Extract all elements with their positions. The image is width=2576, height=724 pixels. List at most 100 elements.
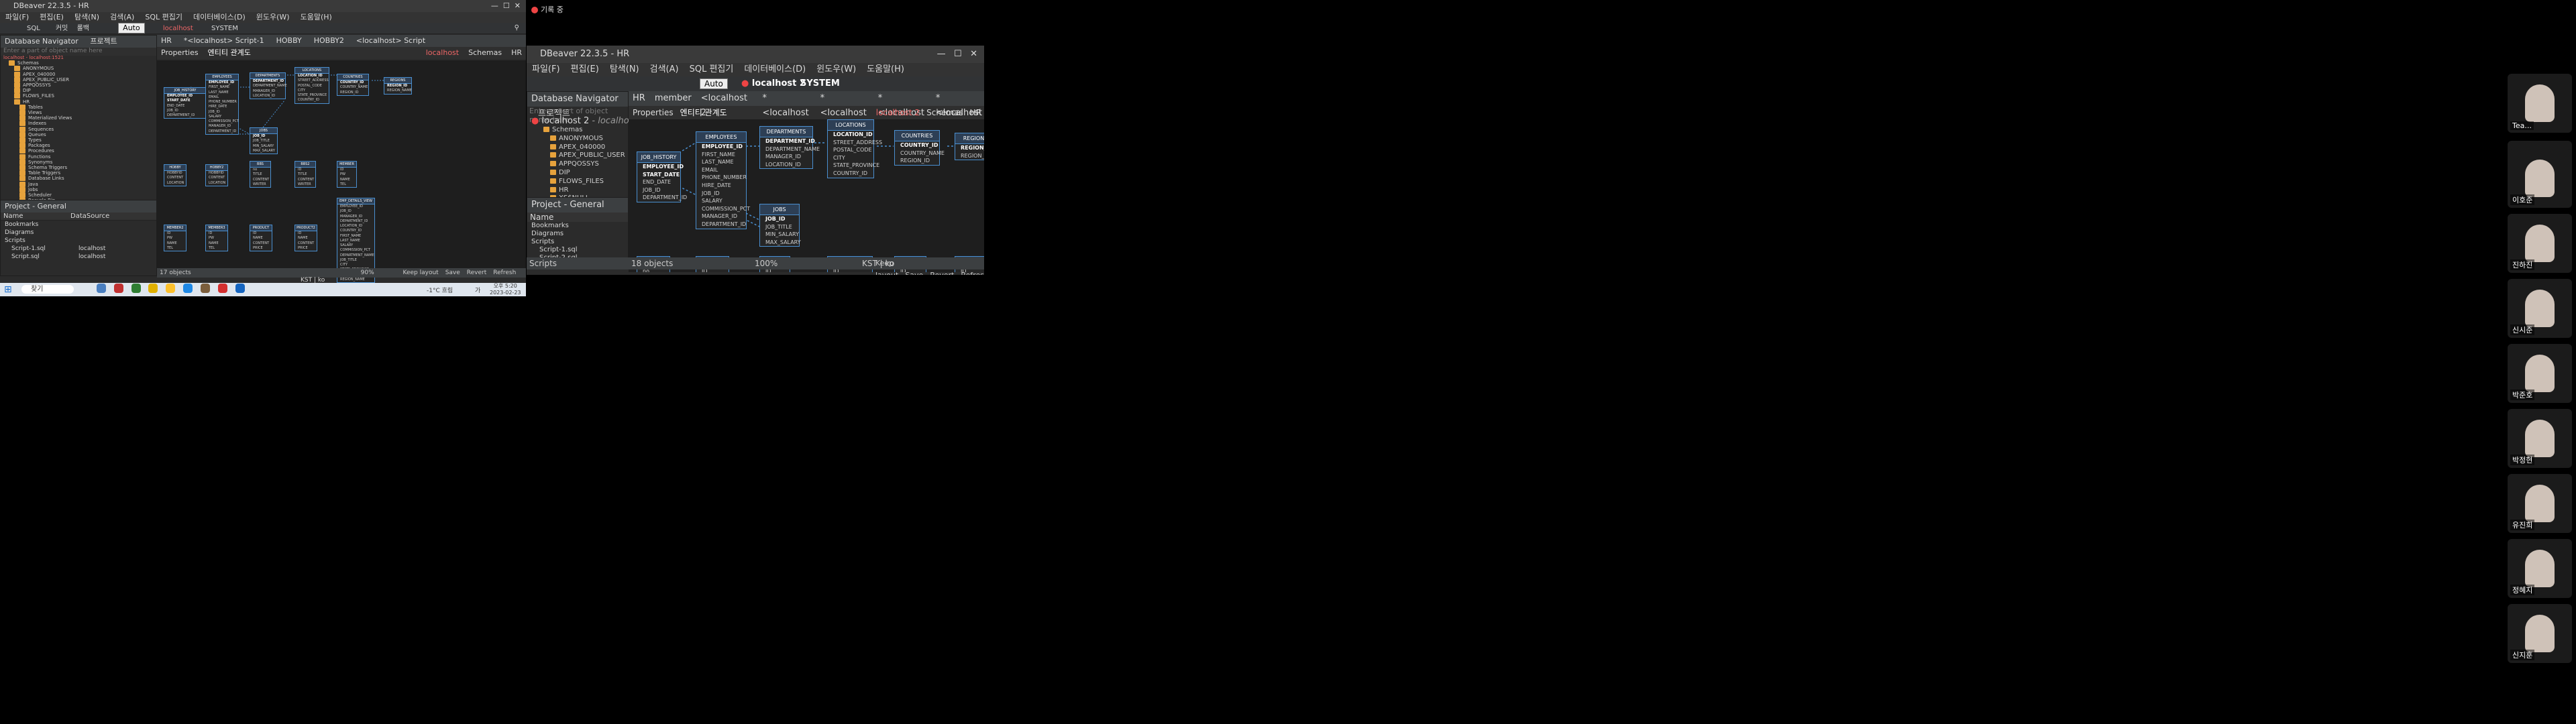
entity-locations[interactable]: LOCATIONS LOCATION_ID STREET_ADDRESS POSTAL… bbox=[827, 119, 882, 178]
project-tab[interactable]: Project - General bbox=[1, 200, 156, 213]
participant-tile[interactable]: 유진희 bbox=[2508, 474, 2572, 533]
tree-node[interactable]: APEX_PUBLIC_USER bbox=[3, 76, 156, 82]
tab-erd[interactable]: 엔티티 관계도 bbox=[208, 47, 251, 59]
erd-action[interactable]: Revert bbox=[930, 271, 954, 275]
editor-tab[interactable]: HR bbox=[161, 35, 172, 47]
app-icon[interactable] bbox=[235, 283, 245, 293]
shared-connection-node[interactable]: ● localhost 2 - localhost:1521 bbox=[527, 116, 662, 126]
participant-tile[interactable]: 신시준 bbox=[2508, 279, 2572, 338]
shared-tab-properties[interactable]: Properties bbox=[633, 106, 674, 119]
tree-node[interactable]: Types bbox=[3, 137, 156, 143]
app-icon[interactable] bbox=[148, 283, 158, 293]
erd-action[interactable]: Keep layout bbox=[875, 259, 898, 275]
project-row[interactable]: Bookmarks bbox=[1, 221, 156, 229]
entity-hobby2[interactable]: HOBBY2 HOBBYID CONTENT LOCATION bbox=[205, 164, 228, 186]
participant-tile[interactable]: 박준호 bbox=[2508, 344, 2572, 403]
shared-schema[interactable]: SYSTEM bbox=[800, 76, 840, 91]
project-row[interactable]: Script-1.sql localhost bbox=[1, 245, 156, 253]
entity-hobby[interactable]: HOBBY HOBBYID CONTENT LOCATION bbox=[164, 164, 186, 186]
entity-bbs2[interactable]: BBS2IDTITLECONTENTWRITER bbox=[294, 161, 316, 188]
editor-tab[interactable]: <localhost> Script bbox=[356, 35, 425, 47]
editor-tab[interactable]: HOBBY2 bbox=[314, 35, 344, 47]
transaction-mode[interactable]: Auto bbox=[118, 23, 145, 34]
projects-tab[interactable]: 프로젝트 bbox=[90, 37, 117, 46]
shared-crumb-hr[interactable]: HR bbox=[970, 106, 981, 119]
tree-node[interactable]: Indexes bbox=[3, 121, 156, 127]
entity-bbs[interactable]: BBSnoTITLECONTENTWRITER bbox=[250, 161, 271, 188]
tree-node[interactable]: Views bbox=[3, 110, 156, 116]
entity-employees[interactable]: EMPLOYEES EMPLOYEE_ID FIRST_NAME LAST_NAME E… bbox=[205, 74, 239, 135]
shared-editor-tab[interactable]: *<localhost bbox=[936, 91, 984, 118]
app-icon[interactable] bbox=[166, 283, 176, 293]
tree-node[interactable]: HR bbox=[3, 99, 156, 105]
participant-tile[interactable]: 정혜지 bbox=[2508, 539, 2572, 598]
menu-item[interactable]: 탐색(N) bbox=[610, 64, 639, 74]
tree-node[interactable]: Database Links bbox=[3, 176, 156, 182]
shared-project-row[interactable]: Bookmarks bbox=[527, 222, 628, 230]
menu-item[interactable]: 윈도우(W) bbox=[816, 64, 856, 74]
shared-editor-tab[interactable]: *<localhost bbox=[762, 91, 810, 118]
entity-member[interactable]: MEMBER ID PW NAME TEL bbox=[337, 161, 357, 188]
menu-item[interactable]: SQL 편집기 bbox=[145, 13, 182, 21]
tree-connection[interactable]: localhost - localhost:1521 bbox=[3, 55, 156, 60]
tree-node[interactable]: Table Triggers bbox=[3, 170, 156, 176]
tree-node[interactable]: Jobs bbox=[3, 186, 156, 192]
menu-item[interactable]: 도움말(H) bbox=[301, 13, 332, 21]
entity-member2[interactable]: MEMBER2IDPWNAMETEL bbox=[164, 225, 186, 251]
shared-project-tab[interactable]: Project - General bbox=[527, 198, 628, 213]
shared-project-row[interactable]: Script-1.sql bbox=[527, 246, 628, 254]
shared-editor-tab[interactable]: HR bbox=[633, 91, 645, 106]
menu-item[interactable]: 검색(A) bbox=[650, 64, 679, 74]
menu-item[interactable]: SQL 편집기 bbox=[690, 64, 734, 74]
window-controls[interactable]: — ☐ ✕ bbox=[491, 0, 521, 12]
menu-item[interactable]: 데이터베이스(D) bbox=[744, 64, 806, 74]
erd-action[interactable]: Refresh bbox=[961, 271, 984, 275]
shared-zoom[interactable]: 100% bbox=[755, 257, 777, 269]
shared-tree-node[interactable]: DIP bbox=[537, 169, 628, 178]
entity-job_history[interactable]: JOB_HISTORY EMPLOYEE_ID START_DATE END_DATE… bbox=[164, 87, 207, 119]
entity-jobs[interactable]: JOBS JOB_ID JOB_TITLE MIN_SALARY MAX_SALARY bbox=[759, 204, 801, 247]
zoom-select[interactable]: 90% bbox=[361, 269, 374, 276]
participant-tile[interactable]: 박정현 bbox=[2508, 409, 2572, 468]
tree-node[interactable]: DIP bbox=[3, 88, 156, 94]
tree-node[interactable]: Functions bbox=[3, 154, 156, 160]
tree-node[interactable]: Scheduler bbox=[3, 192, 156, 198]
app-icon[interactable] bbox=[217, 283, 227, 293]
entity-departments[interactable]: DEPARTMENTS DEPARTMENT_ID DEPARTMENT_NAME M… bbox=[759, 126, 820, 170]
crumb-schemas[interactable]: Schemas bbox=[468, 47, 502, 59]
menu-item[interactable]: 탐색(N) bbox=[74, 13, 99, 21]
entity-countries[interactable]: COUNTRIES COUNTRY_ID COUNTRY_NAME REGION_ID bbox=[894, 130, 945, 166]
menu-item[interactable]: 도움말(H) bbox=[867, 64, 904, 74]
tree-node[interactable]: Materialized Views bbox=[3, 115, 156, 121]
shared-tree-node[interactable]: APEX_040000 bbox=[537, 143, 628, 152]
shared-tab-erd[interactable]: 엔티티 관계도 bbox=[680, 106, 727, 119]
editor-tab[interactable]: HOBBY bbox=[276, 35, 302, 47]
navigator-tab[interactable]: Database Navigator 프로젝트 bbox=[1, 36, 156, 48]
menu-item[interactable]: 데이터베이스(D) bbox=[193, 13, 246, 21]
erd-canvas[interactable]: JOB_HISTORY EMPLOYEE_ID START_DATE END_DATE… bbox=[157, 60, 526, 283]
tree-node[interactable]: APEX_040000 bbox=[3, 71, 156, 77]
app-icon[interactable] bbox=[97, 283, 106, 293]
shared-transaction-mode[interactable]: Auto bbox=[700, 78, 728, 89]
entity-regions[interactable]: REGIONSREGION_IDREGION_NAME bbox=[955, 133, 984, 161]
shared-editor-tab[interactable]: *<localhost bbox=[820, 91, 869, 118]
tree-node[interactable]: ANONYMOUS bbox=[3, 66, 156, 72]
menu-item[interactable]: 편집(E) bbox=[571, 64, 599, 74]
shared-tree-node[interactable]: HR bbox=[537, 186, 628, 195]
shared-erd-canvas[interactable]: JOB_HISTORY EMPLOYEE_ID START_DATE END_DATE… bbox=[629, 119, 984, 272]
erd-action[interactable]: Keep layout bbox=[403, 269, 439, 276]
menu-item[interactable]: 파일(F) bbox=[532, 64, 560, 74]
shared-navigator-tab[interactable]: Database Navigator 프로젝트 bbox=[527, 92, 628, 119]
sql-button[interactable]: SQL bbox=[27, 25, 40, 32]
project-row[interactable]: Diagrams bbox=[1, 229, 156, 237]
ime-indicator[interactable]: 가 bbox=[475, 286, 480, 294]
project-row[interactable]: Script.sql localhost bbox=[1, 253, 156, 261]
tree-node[interactable]: FLOWS_FILES bbox=[3, 93, 156, 99]
entity-job_history[interactable]: JOB_HISTORY EMPLOYEE_ID START_DATE END_DATE… bbox=[637, 152, 687, 202]
tree-node[interactable]: Schema Triggers bbox=[3, 165, 156, 171]
shared-tree-node[interactable]: APEX_PUBLIC_USER bbox=[537, 152, 628, 160]
commit-button[interactable]: 커밋 bbox=[56, 25, 68, 32]
tab-properties[interactable]: Properties bbox=[161, 47, 199, 59]
tree-node[interactable]: Java bbox=[3, 181, 156, 187]
shared-tree-node[interactable]: FLOWS_FILES bbox=[537, 178, 628, 186]
